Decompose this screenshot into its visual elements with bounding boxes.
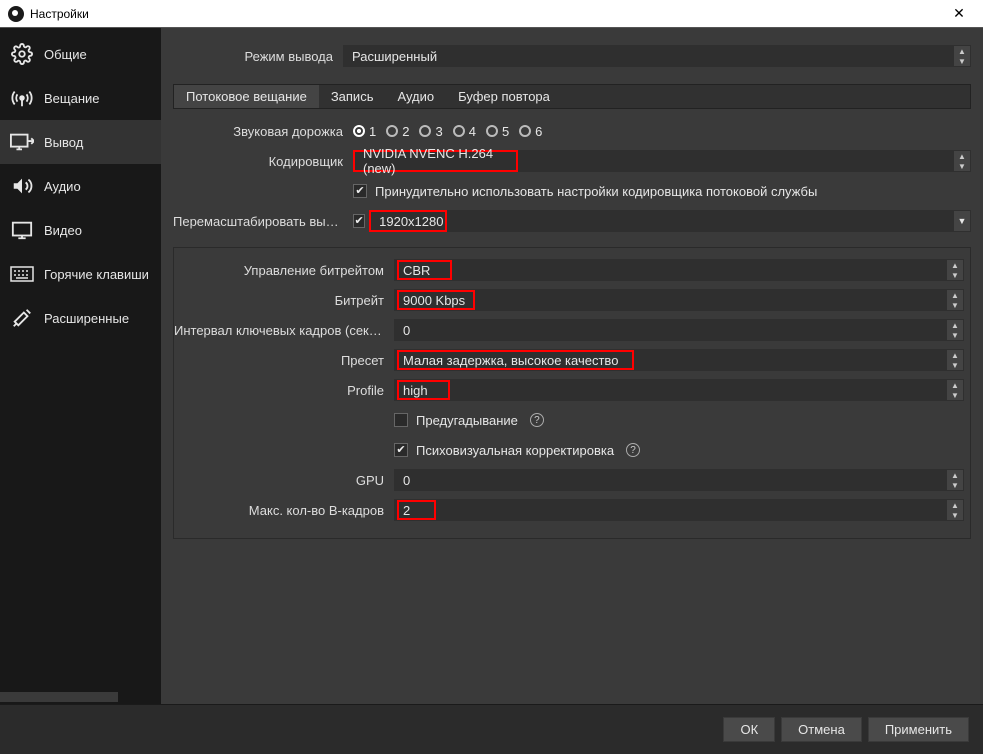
rescale-label: Перемасштабировать вывод bbox=[173, 214, 353, 229]
main-panel: Режим вывода Расширенный ▲▼ Потоковое ве… bbox=[161, 28, 983, 704]
preset-label: Пресет bbox=[174, 353, 394, 368]
preset-value: Малая задержка, высокое качество bbox=[397, 350, 634, 370]
gpu-input[interactable]: 0 ▲▼ bbox=[394, 469, 964, 491]
encoder-value: NVIDIA NVENC H.264 (new) bbox=[363, 146, 508, 176]
enforce-checkbox[interactable] bbox=[353, 184, 367, 198]
preset-select[interactable]: Малая задержка, высокое качество ▲▼ bbox=[394, 349, 964, 371]
sidebar-item-stream[interactable]: Вещание bbox=[0, 76, 161, 120]
tab-streaming[interactable]: Потоковое вещание bbox=[174, 85, 319, 108]
speaker-icon bbox=[10, 174, 34, 198]
info-icon[interactable]: ? bbox=[530, 413, 544, 427]
profile-label: Profile bbox=[174, 383, 394, 398]
profile-value: high bbox=[397, 380, 450, 400]
bitrate-label: Битрейт bbox=[174, 293, 394, 308]
apply-button[interactable]: Применить bbox=[868, 717, 969, 742]
output-mode-select[interactable]: Расширенный ▲▼ bbox=[343, 45, 971, 67]
sidebar-item-label: Вещание bbox=[44, 91, 100, 106]
tab-audio[interactable]: Аудио bbox=[385, 85, 446, 108]
sidebar: Общие Вещание Вывод Аудио Видео bbox=[0, 28, 161, 704]
sidebar-item-general[interactable]: Общие bbox=[0, 32, 161, 76]
broadcast-icon bbox=[10, 86, 34, 110]
encoder-label: Кодировщик bbox=[173, 154, 353, 169]
updown-icon[interactable]: ▲▼ bbox=[947, 320, 963, 340]
radio-track-1[interactable] bbox=[353, 125, 365, 137]
sidebar-item-video[interactable]: Видео bbox=[0, 208, 161, 252]
titlebar: Настройки ✕ bbox=[0, 0, 983, 28]
radio-track-6[interactable] bbox=[519, 125, 531, 137]
audio-track-radios: 1 2 3 4 5 6 bbox=[353, 124, 971, 139]
radio-track-3[interactable] bbox=[419, 125, 431, 137]
rescale-select[interactable]: 1920x1280 bbox=[369, 210, 447, 232]
updown-icon: ▲▼ bbox=[947, 350, 963, 370]
output-tabs: Потоковое вещание Запись Аудио Буфер пов… bbox=[173, 84, 971, 109]
rescale-checkbox[interactable] bbox=[353, 214, 365, 228]
psycho-label: Психовизуальная корректировка bbox=[416, 443, 614, 458]
keyint-input[interactable]: 0 ▲▼ bbox=[394, 319, 964, 341]
radio-track-2[interactable] bbox=[386, 125, 398, 137]
keyint-value: 0 bbox=[403, 323, 410, 338]
psycho-checkbox[interactable] bbox=[394, 443, 408, 457]
gear-icon bbox=[10, 42, 34, 66]
close-button[interactable]: ✕ bbox=[939, 0, 979, 28]
sidebar-scrollbar[interactable] bbox=[0, 690, 161, 704]
encoder-select-extend[interactable]: ▲▼ bbox=[518, 150, 971, 172]
updown-icon[interactable]: ▲▼ bbox=[947, 470, 963, 490]
sidebar-item-label: Горячие клавиши bbox=[44, 267, 149, 282]
window-title: Настройки bbox=[30, 7, 939, 21]
monitor-icon bbox=[10, 218, 34, 242]
bitrate-input[interactable]: 9000 Kbps ▲▼ bbox=[394, 289, 964, 311]
chevron-down-icon: ▼ bbox=[954, 211, 970, 231]
gpu-label: GPU bbox=[174, 473, 394, 488]
tools-icon bbox=[10, 306, 34, 330]
keyint-label: Интервал ключевых кадров (сек, 0=авто) bbox=[174, 323, 394, 338]
updown-icon[interactable]: ▲▼ bbox=[947, 500, 963, 520]
monitor-arrow-icon bbox=[10, 130, 34, 154]
bitrate-value: 9000 Kbps bbox=[397, 290, 475, 310]
profile-select[interactable]: high ▲▼ bbox=[394, 379, 964, 401]
audio-track-label: Звуковая дорожка bbox=[173, 124, 353, 139]
sidebar-item-hotkeys[interactable]: Горячие клавиши bbox=[0, 252, 161, 296]
output-mode-value: Расширенный bbox=[352, 49, 437, 64]
rescale-select-extend[interactable]: ▼ bbox=[447, 210, 971, 232]
radio-track-5[interactable] bbox=[486, 125, 498, 137]
sidebar-item-label: Расширенные bbox=[44, 311, 129, 326]
encoder-select[interactable]: NVIDIA NVENC H.264 (new) bbox=[353, 150, 518, 172]
radio-track-4[interactable] bbox=[453, 125, 465, 137]
sidebar-item-audio[interactable]: Аудио bbox=[0, 164, 161, 208]
updown-icon: ▲▼ bbox=[954, 151, 970, 171]
keyboard-icon bbox=[10, 262, 34, 286]
ok-button[interactable]: ОК bbox=[723, 717, 775, 742]
cancel-button[interactable]: Отмена bbox=[781, 717, 862, 742]
encoder-settings-panel: Управление битрейтом CBR ▲▼ Битрейт 9000… bbox=[173, 247, 971, 539]
updown-icon: ▲▼ bbox=[954, 46, 970, 66]
lookahead-label: Предугадывание bbox=[416, 413, 518, 428]
gpu-value: 0 bbox=[403, 473, 410, 488]
bframes-label: Макс. кол-во B-кадров bbox=[174, 503, 394, 518]
info-icon[interactable]: ? bbox=[626, 443, 640, 457]
rescale-value: 1920x1280 bbox=[379, 214, 443, 229]
tab-recording[interactable]: Запись bbox=[319, 85, 386, 108]
lookahead-checkbox[interactable] bbox=[394, 413, 408, 427]
sidebar-item-label: Общие bbox=[44, 47, 87, 62]
enforce-label: Принудительно использовать настройки код… bbox=[375, 184, 817, 199]
rate-control-value: CBR bbox=[397, 260, 452, 280]
sidebar-item-label: Вывод bbox=[44, 135, 83, 150]
sidebar-item-label: Аудио bbox=[44, 179, 81, 194]
sidebar-item-output[interactable]: Вывод bbox=[0, 120, 161, 164]
sidebar-item-advanced[interactable]: Расширенные bbox=[0, 296, 161, 340]
updown-icon[interactable]: ▲▼ bbox=[947, 290, 963, 310]
updown-icon: ▲▼ bbox=[947, 260, 963, 280]
sidebar-item-label: Видео bbox=[44, 223, 82, 238]
rate-control-label: Управление битрейтом bbox=[174, 263, 394, 278]
tab-replay-buffer[interactable]: Буфер повтора bbox=[446, 85, 562, 108]
output-mode-label: Режим вывода bbox=[173, 49, 343, 64]
bframes-input[interactable]: 2 ▲▼ bbox=[394, 499, 964, 521]
footer: ОК Отмена Применить bbox=[0, 704, 983, 754]
app-logo-icon bbox=[8, 6, 24, 22]
bframes-value: 2 bbox=[397, 500, 436, 520]
updown-icon: ▲▼ bbox=[947, 380, 963, 400]
rate-control-select[interactable]: CBR ▲▼ bbox=[394, 259, 964, 281]
